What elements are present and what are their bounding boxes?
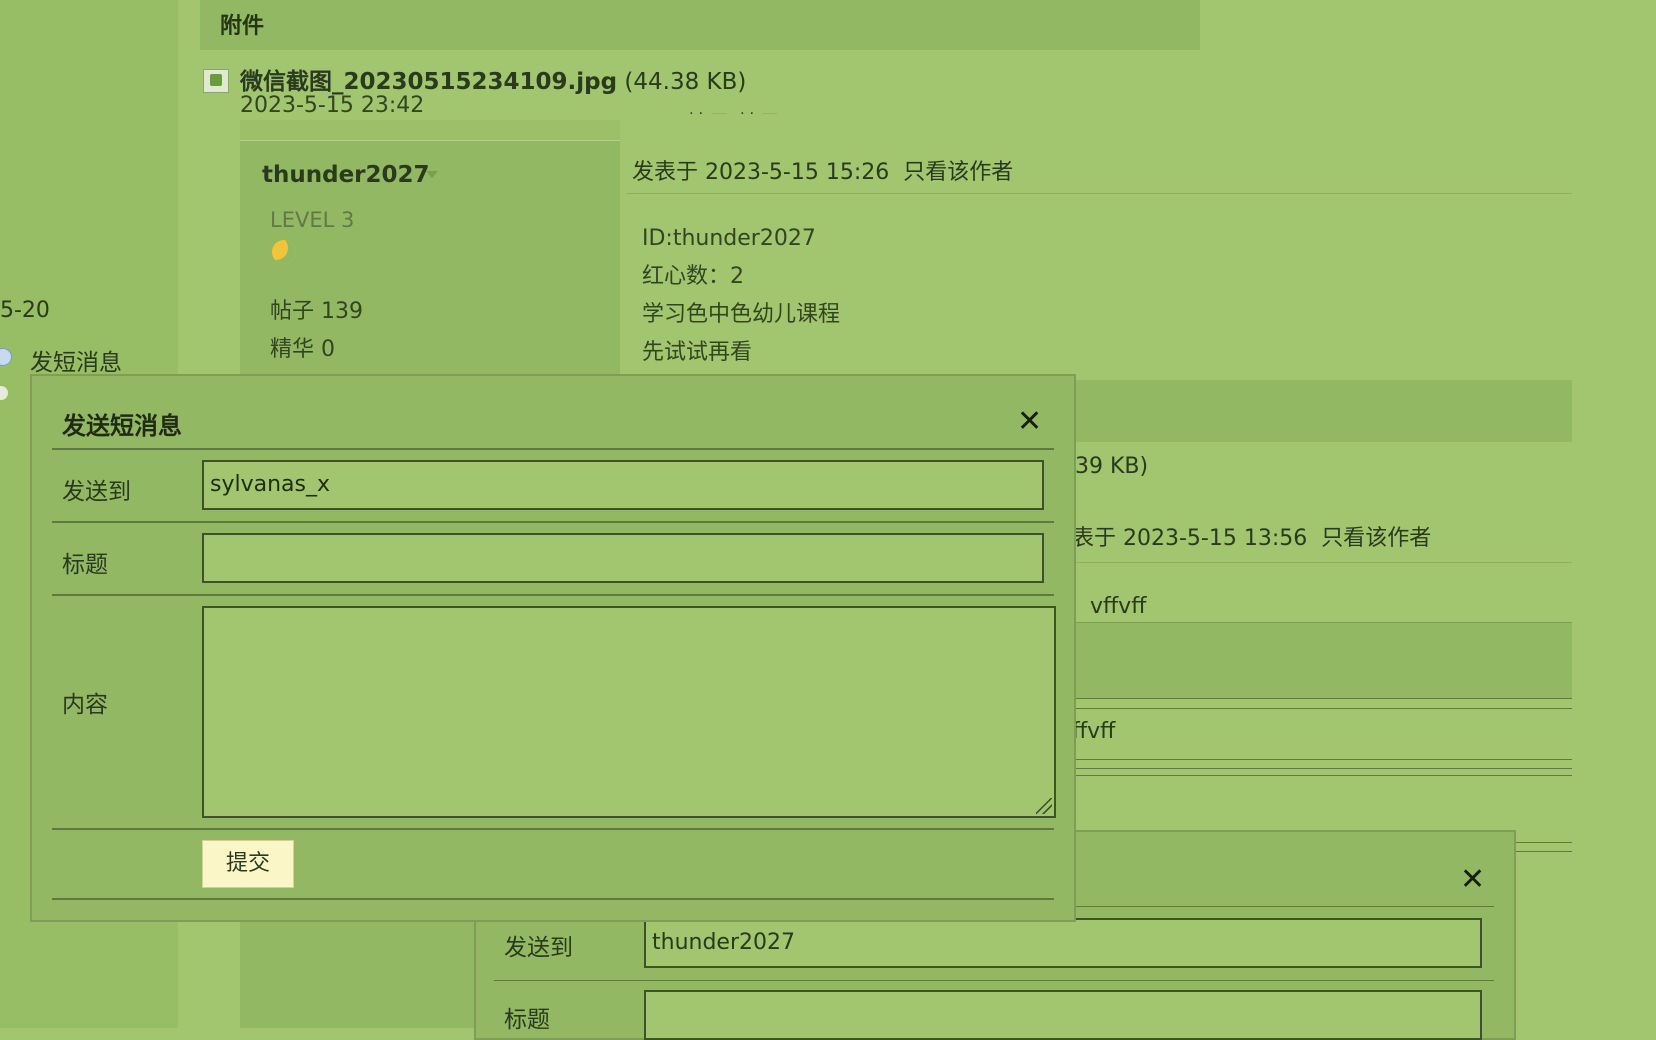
user-level: LEVEL 3: [270, 208, 355, 232]
content-label: 内容: [62, 692, 108, 718]
recipient-input[interactable]: thunder2027: [644, 918, 1482, 968]
reply-fragment: ：vffvff: [1068, 594, 1147, 619]
digest-stat: 精华 0: [270, 331, 335, 363]
send-message-link[interactable]: 发短消息: [30, 343, 122, 377]
dialog-title: 发送短消息: [62, 412, 182, 440]
post-body: ID:thunder2027 红心数：2 学习色中色幼儿课程 先试试再看: [642, 220, 840, 372]
digest-label: 精华: [270, 337, 315, 362]
post-time: 发表于 2023-5-15 15:26: [632, 160, 890, 185]
post-line: 先试试再看: [642, 340, 753, 365]
recipient-label: 发送到: [62, 479, 131, 505]
reply-box: [1070, 708, 1572, 760]
resize-handle-icon[interactable]: [1036, 798, 1052, 814]
divider: [1070, 775, 1572, 776]
attachment-file-name[interactable]: 微信截图_20230515234109.jpg: [240, 69, 617, 95]
attachment-header: 附件: [200, 0, 1200, 50]
image-file-icon: [203, 69, 229, 93]
subject-label: 标题: [504, 1007, 550, 1033]
content-textarea[interactable]: [202, 606, 1056, 818]
dialog-divider: [52, 898, 1054, 900]
post-line: 红心数：2: [642, 264, 744, 289]
moon-icon: [272, 240, 296, 264]
second-file-size: .39 KB): [1068, 454, 1149, 479]
subject-label: 标题: [62, 552, 108, 578]
post-divider: [626, 193, 1572, 194]
divider: [1070, 698, 1572, 699]
reply-fragment: ffvff: [1072, 719, 1116, 744]
digest-value[interactable]: 0: [321, 337, 335, 362]
recipient-input[interactable]: sylvanas_x: [202, 460, 1044, 510]
attachment-date: 2023-5-15 23:42: [240, 93, 425, 118]
second-post-divider: [1072, 562, 1572, 563]
posts-value[interactable]: 139: [321, 299, 363, 324]
left-date-fragment: 5-20: [0, 298, 50, 323]
subject-input[interactable]: [202, 533, 1044, 583]
attachment-file-size: (44.38 KB): [624, 69, 747, 95]
post-meta: 发表于 2023-5-15 15:26 只看该作者: [632, 154, 1013, 186]
second-only-author-link[interactable]: 只看该作者: [1321, 526, 1431, 551]
recipient-label: 发送到: [504, 935, 573, 961]
second-post-meta: 表于 2023-5-15 13:56 只看该作者: [1072, 520, 1431, 552]
dialog-divider: [52, 594, 1054, 596]
second-post-time: 表于 2023-5-15 13:56: [1072, 526, 1308, 551]
close-icon[interactable]: ✕: [1017, 404, 1042, 440]
clipped-text: 帖子 帖子: [686, 106, 782, 114]
attachment-file[interactable]: 微信截图_20230515234109.jpg (44.38 KB): [240, 62, 746, 96]
username-link[interactable]: thunder2027: [262, 162, 430, 188]
second-attachment-band: [1000, 380, 1572, 442]
close-icon[interactable]: ✕: [1460, 862, 1485, 897]
dialog-divider: [52, 448, 1054, 450]
submit-button[interactable]: 提交: [202, 840, 294, 888]
posts-stat: 帖子 139: [270, 293, 363, 325]
posts-label: 帖子: [270, 299, 315, 324]
post-line: ID:thunder2027: [642, 226, 816, 251]
subject-input[interactable]: [644, 990, 1482, 1040]
caret-down-icon[interactable]: [426, 171, 438, 178]
post-line: 学习色中色幼儿课程: [642, 302, 841, 327]
divider: [1070, 768, 1572, 769]
only-author-link[interactable]: 只看该作者: [903, 160, 1013, 185]
dialog-divider: [52, 521, 1054, 523]
dialog-divider: [52, 828, 1054, 830]
attachment-header-label: 附件: [220, 14, 265, 39]
quote-box: [1070, 622, 1572, 699]
